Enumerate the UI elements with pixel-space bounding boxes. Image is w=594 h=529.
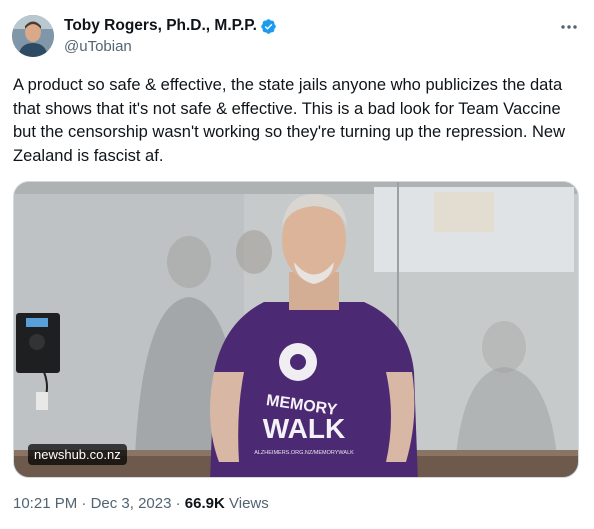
views-count: 66.9K [184, 495, 225, 512]
tweet-text: A product so safe & effective, the state… [13, 76, 566, 165]
shirt-small-text: ALZHEIMERS.ORG.NZ/MEMORYWALK [254, 450, 354, 456]
author-display-name[interactable]: Toby Rogers, Ph.D., M.P.P. [64, 16, 257, 36]
author-handle[interactable]: @uTobian [64, 37, 132, 57]
more-options-icon[interactable] [556, 18, 582, 36]
media-source-badge: newshub.co.nz [28, 444, 127, 465]
avatar[interactable] [12, 15, 54, 57]
author-name-row: Toby Rogers, Ph.D., M.P.P. [64, 16, 277, 36]
tweet-date[interactable]: Dec 3, 2023 [91, 495, 172, 512]
tweet-time[interactable]: 10:21 PM [13, 495, 77, 512]
meta-separator: · [81, 495, 87, 512]
views-label: Views [229, 495, 269, 512]
verified-badge-icon [260, 18, 277, 35]
meta-separator: · [175, 495, 181, 512]
tweet-meta-row: 10:21 PM · Dec 3, 2023 · 66.9K Views [13, 494, 269, 514]
shirt-text-walk: WALK [263, 413, 345, 444]
tweet-media-image[interactable]: MEMORY WALK ALZHEIMERS.ORG.NZ/MEMORYWALK… [13, 181, 579, 478]
tweet-card: Toby Rogers, Ph.D., M.P.P. @uTobian A pr… [0, 0, 594, 529]
